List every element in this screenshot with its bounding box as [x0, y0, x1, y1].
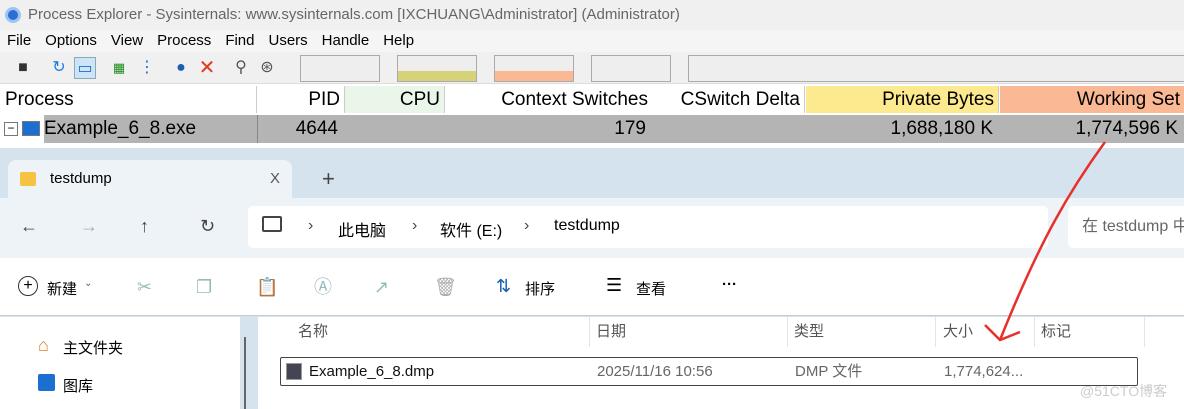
red-annotation-arrow [984, 141, 1107, 342]
watermark: @51CTO博客 [1080, 383, 1168, 399]
